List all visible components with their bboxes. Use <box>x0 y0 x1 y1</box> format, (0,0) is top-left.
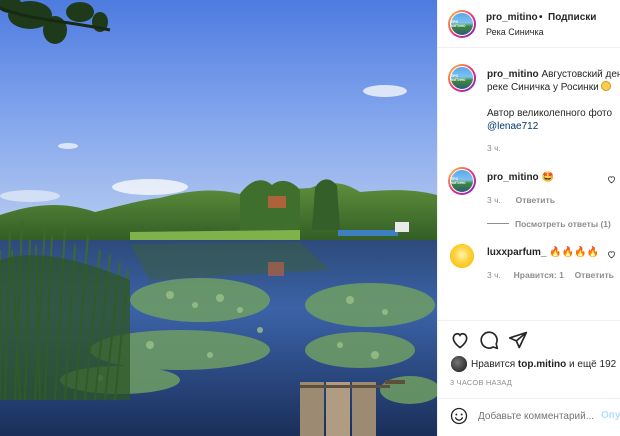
add-comment-bar: Опу <box>438 398 620 436</box>
avatar-text: ПРО МИТИНО <box>451 74 466 82</box>
comment-1: pro_mitino 🤩 <box>487 171 554 184</box>
post-timestamp[interactable]: 3 ЧАСОВ НАЗАД <box>450 378 512 387</box>
heart-icon[interactable] <box>450 330 470 350</box>
smiley-icon[interactable] <box>450 407 468 425</box>
avatar-text: ПРО МИТИНО <box>451 20 466 28</box>
comment-username[interactable]: pro_mitino <box>487 172 539 183</box>
comment-text: 🔥🔥🔥🔥 <box>549 247 600 258</box>
author-username[interactable]: pro_mitino <box>486 12 538 23</box>
caption-username[interactable]: pro_mitino <box>487 69 539 80</box>
comment-like-heart-icon[interactable] <box>607 250 616 259</box>
smile-emoji-icon <box>601 81 612 91</box>
comment-icon[interactable] <box>479 330 499 350</box>
likes-summary: Нравится top.mitino и ещё 192 <box>471 358 616 371</box>
comment-likes[interactable]: Нравится: 1 <box>514 270 564 280</box>
comment-avatar[interactable]: ПРО МИТИНО <box>448 167 476 195</box>
paper-plane-icon[interactable] <box>508 330 528 350</box>
likes-prefix: Нравится <box>471 359 516 370</box>
post-comment-button[interactable]: Опу <box>601 410 620 421</box>
post-actions: Нравится top.mitino и ещё 192 3 ЧАСОВ НА… <box>438 320 620 400</box>
comment-time[interactable]: 3 ч. <box>487 270 501 280</box>
caption-line-1: pro_mitino Августовский ден <box>487 68 620 81</box>
comment-2: luxxparfum_ 🔥🔥🔥🔥 <box>487 246 599 259</box>
follow-bullet: • <box>539 12 543 23</box>
view-replies-label[interactable]: Посмотреть ответы (1) <box>515 219 611 229</box>
liker-avatar[interactable] <box>451 356 467 372</box>
caption-time[interactable]: 3 ч. <box>487 143 501 153</box>
view-replies[interactable]: Посмотреть ответы (1) <box>487 219 611 229</box>
following-button[interactable]: Подписки <box>548 12 596 23</box>
likes-count[interactable]: и ещё 192 <box>569 359 616 370</box>
reply-button[interactable]: Ответить <box>516 195 555 205</box>
commenter-avatar[interactable] <box>450 244 474 268</box>
caption-avatar[interactable]: ПРО МИТИНО <box>448 64 476 92</box>
comment-username[interactable]: luxxparfum_ <box>487 247 546 258</box>
comment-time[interactable]: 3 ч. <box>487 195 501 205</box>
caption-text-2: реке Синичка у Росинки <box>487 82 599 93</box>
author-avatar[interactable]: ПРО МИТИНО <box>448 10 476 38</box>
reply-button[interactable]: Ответить <box>575 270 614 280</box>
post-photo[interactable] <box>0 0 437 436</box>
replies-divider <box>487 223 509 224</box>
comment-text: 🤩 <box>541 172 554 183</box>
river-landscape-image <box>0 0 437 436</box>
comment-input[interactable] <box>478 408 598 424</box>
caption-text-3: Автор великолепного фото <box>487 108 613 119</box>
comment-meta: 3 ч. Нравится: 1 Ответить <box>487 270 614 280</box>
author-mention-link[interactable]: @lenae712 <box>487 120 538 133</box>
avatar-text: ПРО МИТИНО <box>451 177 466 185</box>
post-header: ПРО МИТИНО pro_mitino • Подписки Река Си… <box>438 0 620 48</box>
comment-like-heart-icon[interactable] <box>607 175 616 184</box>
location-link[interactable]: Река Синичка <box>486 27 544 37</box>
comment-meta: 3 ч. Ответить <box>487 195 555 205</box>
caption-text-1: Августовский ден <box>541 69 620 80</box>
caption-line-2: реке Синичка у Росинки <box>487 81 612 94</box>
liker-username[interactable]: top.mitino <box>518 359 566 370</box>
post-side-panel: ПРО МИТИНО pro_mitino • Подписки Река Си… <box>437 0 620 436</box>
